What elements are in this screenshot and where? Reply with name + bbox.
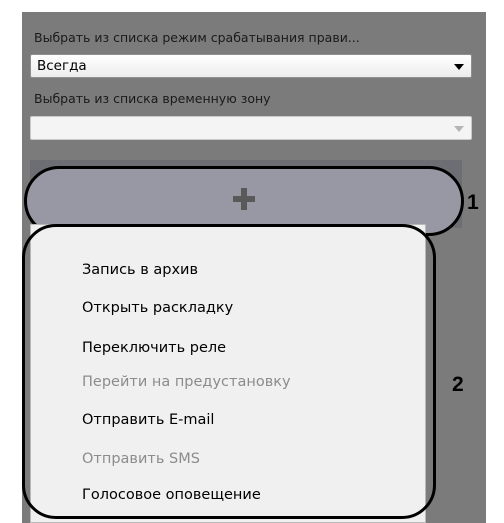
dropdown-arrow-icon	[454, 64, 464, 70]
time-zone-select[interactable]	[30, 116, 472, 140]
time-zone-label: Выбрать из списка временную зону	[34, 91, 271, 106]
menu-item-send-sms[interactable]: Отправить SMS	[82, 451, 200, 467]
menu-item-switch-relay[interactable]: Переключить реле	[82, 340, 226, 356]
dropdown-arrow-icon	[454, 126, 464, 132]
callout-marker-1: 1	[467, 191, 479, 214]
menu-item-open-layout[interactable]: Открыть раскладку	[82, 300, 233, 316]
rule-mode-select[interactable]: Всегда	[30, 54, 472, 78]
menu-item-voice-alert[interactable]: Голосовое оповещение	[82, 487, 261, 503]
callout-marker-2: 2	[452, 373, 464, 396]
plus-icon	[233, 188, 255, 210]
rule-mode-label: Выбрать из списка режим срабатывания пра…	[34, 30, 360, 45]
menu-item-send-email[interactable]: Отправить E-mail	[82, 412, 214, 428]
menu-item-archive-record[interactable]: Запись в архив	[82, 262, 198, 278]
rule-mode-value: Всегда	[37, 58, 87, 74]
menu-item-go-to-preset[interactable]: Перейти на предустановку	[82, 374, 291, 390]
